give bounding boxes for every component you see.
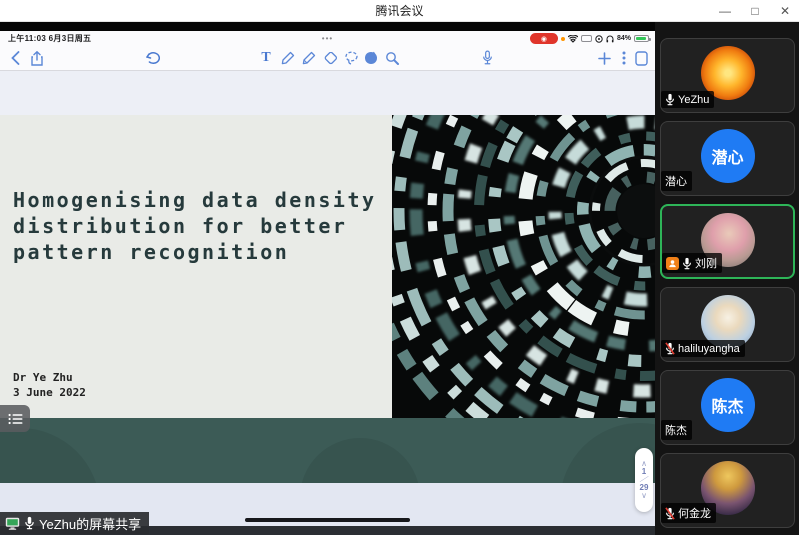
audio-record-button[interactable] (478, 49, 496, 67)
vpn-box-icon (581, 35, 592, 42)
headphones-icon (606, 35, 614, 43)
slide-title: Homogenising data density distribution f… (13, 187, 377, 265)
screen-share-icon (5, 517, 20, 530)
participant-name: 何金龙 (678, 505, 711, 521)
pages-overview-button[interactable] (632, 49, 650, 67)
presentation-slide: Homogenising data density distribution f… (0, 115, 655, 418)
participant-name: haliluyangha (678, 343, 740, 355)
back-button[interactable] (6, 49, 24, 67)
participant-tile-qianxin[interactable]: 潜心 潜心 (660, 121, 795, 196)
window-title: 腾讯会议 (375, 2, 423, 19)
next-slide-preview (0, 418, 655, 483)
participant-name-tag: 刘刚 (662, 253, 722, 273)
participant-tile-liugang[interactable]: 刘刚 (660, 204, 795, 279)
participant-name-tag: YeZhu (661, 91, 714, 108)
participant-name-tag: 潜心 (661, 171, 692, 191)
home-indicator-bar (245, 518, 410, 522)
ipad-status-bar: 上午11:03 6月3日周五 ••• ◉ 84% (0, 31, 655, 46)
zoom-pen-tool-button[interactable] (383, 49, 401, 67)
mic-muted-icon (665, 342, 675, 355)
shape-tool-button[interactable] (362, 49, 380, 67)
mic-on-icon (682, 257, 692, 270)
recording-pill[interactable]: ◉ (530, 33, 558, 44)
participant-tile-hejinlong[interactable]: 何金龙 (660, 453, 795, 528)
mic-active-dot (561, 37, 565, 41)
text-tool-button[interactable]: T (257, 49, 275, 67)
battery-percent: 84% (617, 35, 631, 42)
page-down-chevron-icon[interactable]: ∨ (641, 493, 647, 499)
pencil-tool-button[interactable] (279, 49, 297, 67)
avatar-chenjie: 陈杰 (701, 378, 755, 432)
wifi-icon (568, 35, 578, 43)
participant-name: 陈杰 (665, 422, 687, 438)
page-navigator[interactable]: ∧ 1 ／ 29 ∨ (635, 448, 653, 512)
screen-share-banner[interactable]: YeZhu的屏幕共享 (0, 512, 149, 534)
page-margin-top (0, 71, 655, 115)
participant-name-tag: haliluyangha (661, 340, 745, 357)
undo-button[interactable] (144, 49, 162, 67)
letterbox-strip (0, 22, 655, 31)
ipad-toolbar: T (0, 46, 655, 71)
mic-on-icon (665, 93, 675, 106)
minimize-button[interactable]: — (717, 0, 733, 22)
participant-name-tag: 何金龙 (661, 503, 716, 523)
participant-name: YeZhu (678, 94, 709, 106)
lasso-tool-button[interactable] (342, 49, 360, 67)
close-button[interactable]: ✕ (777, 0, 793, 22)
window-controls: — □ ✕ (717, 0, 793, 22)
window-titlebar: 腾讯会议 — □ ✕ (0, 0, 799, 22)
participant-tile-yezhu[interactable]: YeZhu (660, 38, 795, 113)
host-badge-icon (666, 257, 679, 270)
battery-icon (634, 35, 649, 42)
page-list-button[interactable] (0, 405, 30, 432)
page-separator: ／ (639, 476, 648, 484)
add-page-button[interactable] (595, 49, 613, 67)
maximize-button[interactable]: □ (747, 0, 763, 22)
more-menu-button[interactable] (615, 49, 633, 67)
pen-tool-button[interactable] (300, 49, 318, 67)
screen-share-label: YeZhu的屏幕共享 (39, 514, 141, 533)
participant-name: 潜心 (665, 173, 687, 189)
avatar-qianxin: 潜心 (701, 129, 755, 183)
participant-name: 刘刚 (695, 255, 717, 271)
participants-sidebar: YeZhu 潜心 潜心 刘刚 haliluyangha 陈杰 陈杰 (655, 22, 799, 535)
slide-artwork-circles (392, 115, 655, 418)
participant-tile-chenjie[interactable]: 陈杰 陈杰 (660, 370, 795, 445)
participant-tile-haliluyangha[interactable]: haliluyangha (660, 287, 795, 362)
mic-muted-icon (665, 507, 675, 520)
participant-name-tag: 陈杰 (661, 420, 692, 440)
share-button[interactable] (28, 49, 46, 67)
presenter-mic-icon (24, 516, 35, 530)
shared-screen-area: 上午11:03 6月3日周五 ••• ◉ 84% T (0, 22, 655, 535)
eraser-tool-button[interactable] (321, 49, 339, 67)
orientation-lock-icon (595, 35, 603, 43)
slide-author-date: Dr Ye Zhu 3 June 2022 (13, 370, 86, 400)
